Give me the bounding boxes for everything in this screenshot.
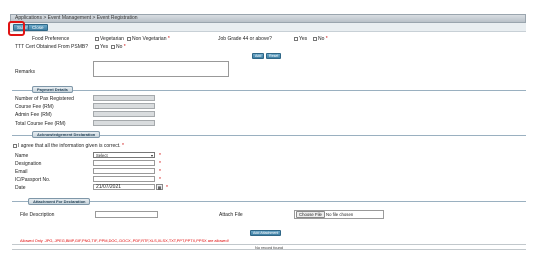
allowed-file-types-text: Allowed Only .JPG,.JPEG,BMP,GIF,PNG,TIF,…: [20, 238, 229, 243]
admin-fee-label: Admin Fee (RM): [15, 112, 52, 118]
course-fee-field: [93, 103, 155, 109]
date-required-marker: *: [166, 185, 168, 191]
email-label: Email: [15, 169, 28, 175]
food-nonveg-option[interactable]: Non Vegetarian *: [127, 36, 170, 42]
grade-required-marker: *: [325, 36, 328, 42]
calendar-icon[interactable]: ▦: [156, 184, 163, 190]
pax-registered-label: Number of Pax Registered: [15, 96, 74, 102]
file-description-label: File Description: [20, 212, 55, 218]
nonveg-label: Non Vegetarian: [132, 36, 167, 42]
veg-label: Vegetarian: [100, 36, 124, 42]
agree-required-marker: *: [121, 143, 124, 149]
ttt-required-marker: *: [123, 44, 126, 50]
grade-yes-label: Yes: [299, 36, 308, 42]
date-field[interactable]: 21/07/2021: [93, 184, 155, 190]
designation-label: Designation: [15, 161, 42, 167]
ttt-no-option[interactable]: No *: [111, 44, 126, 50]
ttt-no-checkbox[interactable]: [111, 44, 115, 49]
ic-passport-label: IC/Passport No.: [15, 177, 51, 183]
ic-required-marker: *: [159, 177, 161, 183]
total-fee-field: [93, 120, 155, 126]
choose-file-button[interactable]: Choose File: [296, 211, 325, 218]
admin-fee-field: [93, 111, 155, 117]
ttt-no-label: No: [116, 44, 123, 50]
designation-required-marker: *: [159, 161, 161, 167]
submit-highlight-marker: [8, 21, 25, 36]
grade-no-label: No: [318, 36, 325, 42]
name-select[interactable]: Select ▾: [93, 152, 155, 158]
remarks-textarea[interactable]: [93, 61, 229, 77]
veg-checkbox[interactable]: [95, 36, 99, 41]
grade-yes-checkbox[interactable]: [294, 36, 298, 41]
email-required-marker: *: [159, 169, 161, 175]
payment-section-header: Payment Details: [32, 86, 73, 93]
grade-no-checkbox[interactable]: [313, 36, 317, 41]
ack-section-header: Acknowledgement Declaration: [32, 131, 101, 138]
food-preference-label: Food Preference: [32, 36, 70, 42]
breadcrumb: Applications > Event Management > Event …: [10, 14, 526, 23]
total-fee-label: Total Course Fee (RM): [15, 121, 66, 127]
add-button[interactable]: Add: [252, 53, 265, 59]
name-select-value: Select: [96, 153, 108, 158]
grade-yes-option[interactable]: Yes: [294, 36, 307, 42]
ttt-cert-label: TTT Cert Obtained From PSMB?: [15, 44, 88, 50]
ttt-yes-checkbox[interactable]: [95, 44, 99, 49]
breadcrumb-text: Applications > Event Management > Event …: [15, 15, 138, 21]
no-record-text: No record found: [255, 245, 283, 250]
agree-option[interactable]: I agree that all the information given i…: [13, 143, 124, 149]
name-label: Name: [15, 153, 29, 159]
agree-label: I agree that all the information given i…: [18, 143, 121, 149]
email-field[interactable]: [93, 168, 155, 174]
date-value: 21/07/2021: [96, 184, 122, 190]
reset-button[interactable]: Reset: [266, 53, 282, 59]
close-button[interactable]: Close: [28, 24, 48, 31]
name-required-marker: *: [159, 153, 161, 159]
course-fee-label: Course Fee (RM): [15, 104, 54, 110]
food-required-marker: *: [167, 36, 170, 42]
ic-passport-field[interactable]: [93, 176, 155, 182]
nonveg-checkbox[interactable]: [127, 36, 131, 41]
food-veg-option[interactable]: Vegetarian: [95, 36, 124, 42]
no-file-chosen-text: No file chosen: [326, 212, 354, 217]
remarks-label: Remarks: [15, 69, 36, 75]
attach-file-label: Attach File: [219, 212, 243, 218]
designation-field[interactable]: [93, 160, 155, 166]
chevron-down-icon: ▾: [150, 153, 153, 158]
job-grade-label: Job Grade 44 or above?: [218, 36, 272, 42]
agree-checkbox[interactable]: [13, 143, 17, 148]
grade-no-option[interactable]: No *: [313, 36, 328, 42]
date-label: Date: [15, 185, 26, 191]
no-record-row: No record found: [12, 244, 526, 250]
toolbar: [10, 23, 526, 32]
add-attachment-button[interactable]: Add Attachment: [250, 230, 282, 236]
payment-section-divider: [12, 90, 526, 91]
ttt-yes-option[interactable]: Yes: [95, 44, 108, 50]
attachment-section-header: Attachment For Declaration: [28, 198, 91, 205]
file-description-field[interactable]: [95, 211, 158, 218]
pax-registered-field: [93, 95, 155, 101]
ttt-yes-label: Yes: [100, 44, 109, 50]
